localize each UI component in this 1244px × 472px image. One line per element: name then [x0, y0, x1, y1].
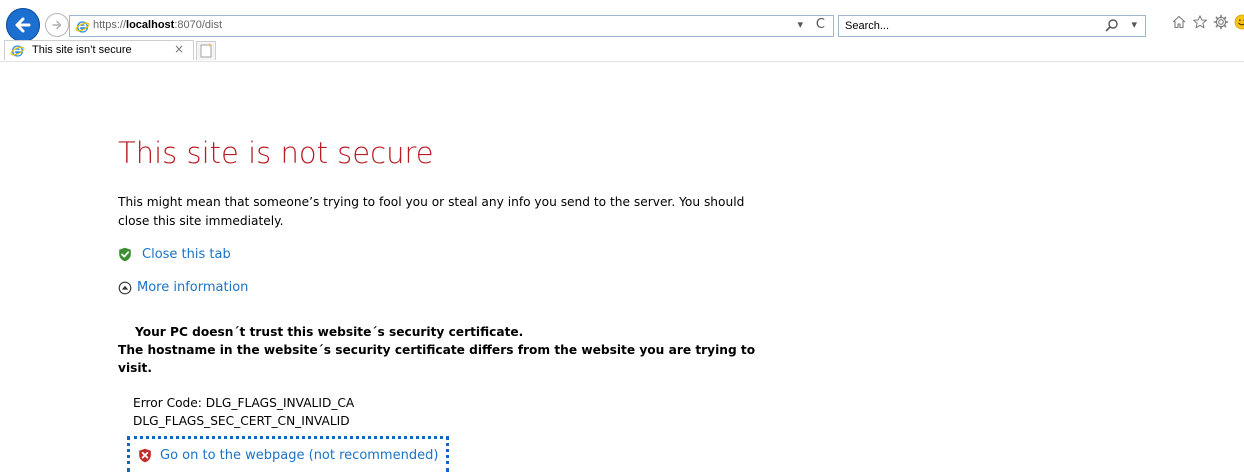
favorites-star-icon	[1193, 15, 1207, 29]
certificate-details: Your PC doesn´t trust this website´s sec…	[118, 323, 758, 377]
search-input[interactable]	[845, 18, 1085, 34]
settings-gear-icon	[1213, 14, 1229, 30]
ie-logo-icon	[75, 21, 90, 33]
close-tab-row[interactable]: Close this tab	[118, 247, 231, 262]
trust-message-line1: Your PC doesn´t trust this website´s sec…	[135, 325, 524, 339]
error-code-line1: Error Code: DLG_FLAGS_INVALID_CA	[133, 396, 355, 410]
trust-message-line2: The hostname in the website´s security c…	[118, 343, 756, 375]
feedback-button[interactable]	[1234, 14, 1244, 30]
more-information-link[interactable]: More information	[137, 280, 248, 295]
url-path: :8070/dist	[174, 19, 223, 31]
forward-button[interactable]	[45, 13, 69, 37]
chevron-up-circle-icon	[118, 281, 132, 294]
home-button[interactable]	[1171, 14, 1187, 30]
tab-title: This site isn’t secure	[32, 44, 132, 56]
more-information-row[interactable]: More information	[118, 280, 248, 295]
smiley-feedback-icon	[1234, 14, 1244, 30]
go-on-link[interactable]: Go on to the webpage (not recommended)	[160, 448, 438, 463]
search-dropdown-button[interactable]: ▾	[1131, 18, 1137, 31]
url-host: localhost	[126, 19, 175, 31]
red-shield-x-icon	[139, 448, 151, 463]
address-bar[interactable]: https://localhost:8070/dist ▾ C	[69, 15, 834, 37]
tab-close-button[interactable]: ×	[174, 42, 184, 56]
refresh-button[interactable]: C	[816, 17, 825, 32]
settings-button[interactable]	[1213, 14, 1229, 30]
green-shield-check-icon	[119, 247, 131, 262]
page-description: This might mean that someone’s trying to…	[118, 195, 745, 228]
tab-active[interactable]: This site isn’t secure ×	[4, 40, 194, 60]
go-on-focus-box[interactable]: Go on to the webpage (not recommended)	[127, 436, 449, 472]
forward-arrow-icon	[52, 20, 62, 30]
new-tab-icon	[200, 43, 212, 58]
close-tab-link[interactable]: Close this tab	[142, 247, 231, 262]
new-tab-button[interactable]	[196, 41, 216, 60]
back-arrow-icon	[15, 17, 31, 33]
favorites-button[interactable]	[1192, 14, 1208, 30]
url-prefix: https://	[93, 19, 127, 31]
search-box[interactable]: ▾	[838, 15, 1146, 37]
error-code: Error Code: DLG_FLAGS_INVALID_CA DLG_FLA…	[133, 394, 354, 430]
ie-logo-icon	[10, 45, 25, 57]
url-text: https://localhost:8070/dist	[93, 19, 222, 31]
back-button[interactable]	[6, 8, 40, 42]
page-title: This site is not secure	[118, 136, 434, 170]
search-icon[interactable]	[1105, 18, 1119, 32]
browser-chrome: https://localhost:8070/dist ▾ C ▾	[0, 0, 1244, 62]
home-icon	[1172, 15, 1186, 29]
error-code-line2: DLG_FLAGS_SEC_CERT_CN_INVALID	[133, 414, 350, 428]
chrome-divider	[0, 61, 1244, 62]
address-dropdown-button[interactable]: ▾	[797, 18, 803, 31]
toolbar-icons	[1171, 14, 1244, 30]
